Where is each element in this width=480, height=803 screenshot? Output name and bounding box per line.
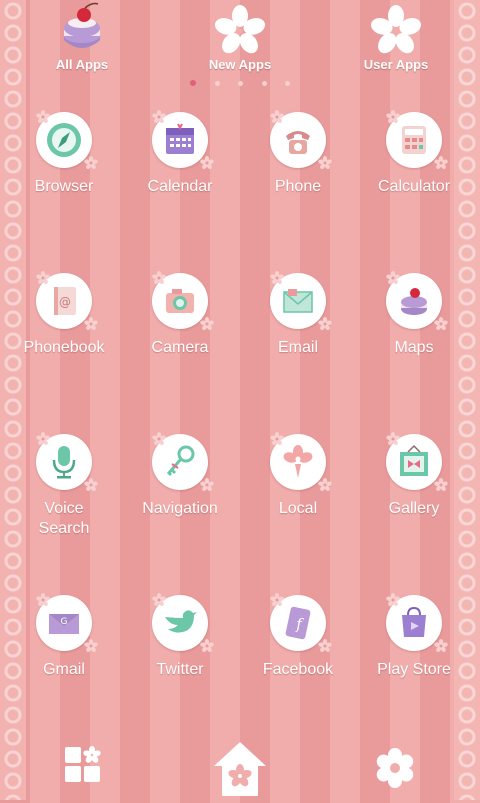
app-label: Voice Search: [38, 500, 90, 537]
app-label: Phonebook: [23, 339, 105, 356]
petal-decoration-icon: [152, 593, 166, 607]
petal-decoration-icon: [36, 271, 50, 285]
petal-decoration-icon: [318, 639, 332, 653]
page-dot: [190, 80, 196, 86]
app-label: Calendar: [147, 178, 213, 195]
calendar-icon: [166, 123, 194, 154]
petal-decoration-icon: [84, 478, 98, 492]
settings-button[interactable]: [373, 746, 417, 795]
app-label: Twitter: [156, 661, 204, 678]
phonebook-icon: @: [54, 287, 76, 315]
petal-decoration-icon: [152, 271, 166, 285]
calculator-icon: [402, 126, 426, 154]
svg-text:@: @: [59, 295, 71, 309]
petal-decoration-icon: [270, 271, 284, 285]
bird-icon: [165, 610, 197, 633]
app-drawer-icon: [65, 746, 101, 782]
petal-decoration-icon: [200, 639, 214, 653]
petal-decoration-icon: [270, 110, 284, 124]
app-label: Email: [277, 339, 318, 356]
petal-decoration-icon: [318, 317, 332, 331]
app-label: Gmail: [43, 661, 85, 678]
app-drawer-button[interactable]: [64, 746, 102, 789]
microphone-icon: [52, 446, 76, 479]
page-dot: [285, 80, 290, 86]
envelope-g-icon: G: [49, 614, 79, 634]
top-bar: All Apps New Apps User Apps: [0, 0, 480, 95]
petal-decoration-icon: [386, 593, 400, 607]
petal-decoration-icon: [36, 432, 50, 446]
petal-decoration-icon: [270, 432, 284, 446]
macaron-icon: [64, 2, 100, 48]
picture-frame-icon: [400, 444, 428, 476]
petal-decoration-icon: [434, 317, 448, 331]
flower-pin-icon: [283, 445, 313, 478]
macaron-icon: [401, 288, 427, 315]
petal-decoration-icon: [36, 110, 50, 124]
petal-decoration-icon: [386, 432, 400, 446]
user-apps-label: User Apps: [363, 57, 429, 72]
home-button[interactable]: [210, 738, 270, 803]
petal-decoration-icon: [434, 639, 448, 653]
lace-border-left: [0, 0, 26, 800]
petal-decoration-icon: [200, 156, 214, 170]
petal-decoration-icon: [36, 593, 50, 607]
petal-decoration-icon: [200, 478, 214, 492]
page-dot: [261, 80, 267, 86]
compass-icon: [47, 123, 81, 157]
app-label: Camera: [151, 339, 209, 356]
petal-decoration-icon: [84, 156, 98, 170]
app-label: Play Store: [377, 661, 451, 678]
petal-decoration-icon: [318, 156, 332, 170]
all-apps-label: All Apps: [55, 57, 109, 72]
petal-decoration-icon: [152, 432, 166, 446]
page-dot: [214, 80, 220, 86]
petal-decoration-icon: [152, 110, 166, 124]
petal-decoration-icon: [318, 478, 332, 492]
svg-text:G: G: [61, 617, 68, 627]
envelope-icon: [283, 289, 313, 313]
petal-decoration-icon: [434, 156, 448, 170]
page-dot: [238, 80, 243, 86]
petal-decoration-icon: [84, 639, 98, 653]
key-icon: [166, 445, 195, 477]
shopping-bag-icon: [402, 606, 426, 637]
app-label: Browser: [34, 178, 94, 195]
app-label: Navigation: [142, 500, 218, 517]
lace-border-right: [454, 0, 480, 800]
petal-decoration-icon: [200, 317, 214, 331]
new-apps-label: New Apps: [208, 57, 272, 72]
dock: [0, 730, 480, 800]
petal-decoration-icon: [270, 593, 284, 607]
petal-decoration-icon: [386, 271, 400, 285]
app-label: Maps: [394, 339, 434, 356]
app-label: Facebook: [262, 661, 334, 678]
petal-decoration-icon: [434, 478, 448, 492]
settings-flower-icon: [376, 748, 414, 788]
app-label: Local: [278, 500, 318, 517]
cherry-blossom-icon: [214, 5, 266, 54]
app-label: Calculator: [377, 178, 451, 195]
page-indicator[interactable]: [190, 78, 290, 88]
app-label: Gallery: [388, 500, 440, 517]
cherry-blossom-icon: [370, 5, 422, 54]
app-label: Phone: [274, 178, 322, 195]
petal-decoration-icon: [84, 317, 98, 331]
phone-icon: [286, 131, 310, 154]
petal-decoration-icon: [386, 110, 400, 124]
home-flower-icon: [214, 742, 266, 796]
camera-icon: [166, 289, 194, 313]
facebook-card-icon: f: [285, 606, 311, 640]
